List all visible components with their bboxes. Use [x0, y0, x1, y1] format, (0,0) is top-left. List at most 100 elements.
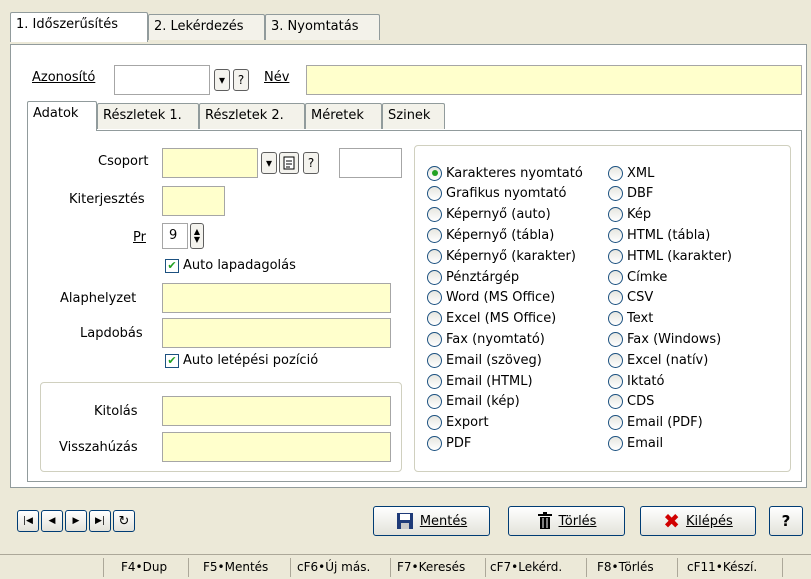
radio-left-1[interactable]: Grafikus nyomtató [427, 184, 567, 204]
refresh-button[interactable]: ↻ [113, 510, 135, 532]
radio-label: HTML (tábla) [627, 227, 711, 243]
status-f7-kereses[interactable]: F7•Keresés [397, 560, 465, 574]
tab-adatok[interactable]: Adatok [27, 101, 97, 131]
radio-circle-icon [608, 311, 623, 327]
csoport-document-button[interactable] [279, 152, 299, 174]
csoport-dropdown-button[interactable]: ▾ [261, 152, 277, 174]
status-cf11-keszi[interactable]: cF11•Készí. [687, 560, 757, 574]
last-record-button[interactable]: ▶| [89, 510, 111, 532]
radio-right-6[interactable]: CSV [608, 288, 653, 308]
radio-left-5[interactable]: Pénztárgép [427, 267, 519, 287]
visszahuzas-input[interactable] [162, 432, 391, 462]
tab-reszletek-1[interactable]: Részletek 1. [97, 103, 199, 129]
radio-left-0[interactable]: Karakteres nyomtató [427, 163, 583, 183]
alaphelyzet-input[interactable] [162, 283, 391, 313]
radio-left-8[interactable]: Fax (nyomtató) [427, 329, 545, 349]
next-icon: ▶ [72, 516, 80, 526]
next-record-button[interactable]: ▶ [65, 510, 87, 532]
tab-reszletek-2[interactable]: Részletek 2. [199, 103, 305, 129]
radio-left-6[interactable]: Word (MS Office) [427, 288, 555, 308]
tab-nyomtatas[interactable]: 3. Nyomtatás [265, 14, 380, 40]
help-button[interactable]: ? [769, 506, 803, 536]
radio-right-0[interactable]: XML [608, 163, 654, 183]
nev-input[interactable] [306, 65, 802, 95]
radio-circle-icon [608, 227, 623, 243]
radio-right-4[interactable]: HTML (karakter) [608, 246, 732, 266]
radio-label: PDF [446, 435, 472, 451]
radio-right-9[interactable]: Excel (natív) [608, 350, 708, 370]
radio-left-10[interactable]: Email (HTML) [427, 371, 533, 391]
kiterjesztes-input[interactable] [162, 186, 225, 216]
radio-right-8[interactable]: Fax (Windows) [608, 329, 721, 349]
radio-left-2[interactable]: Képernyő (auto) [427, 205, 551, 225]
radio-right-10[interactable]: Iktató [608, 371, 664, 391]
azonosito-dropdown-button[interactable]: ▾ [214, 69, 230, 91]
pr-input[interactable]: 9 [162, 223, 188, 249]
status-f8-torles[interactable]: F8•Törlés [597, 560, 654, 574]
radio-circle-icon [608, 207, 623, 223]
exit-button[interactable]: ✖ Kilépés [640, 506, 756, 536]
radio-left-9[interactable]: Email (szöveg) [427, 350, 542, 370]
refresh-icon: ↻ [118, 513, 130, 529]
csoport-help-button[interactable]: ? [303, 152, 319, 174]
radio-circle-icon [608, 248, 623, 264]
azonosito-input[interactable] [114, 65, 210, 95]
radio-right-7[interactable]: Text [608, 309, 653, 329]
radio-right-13[interactable]: Email [608, 433, 663, 453]
radio-left-12[interactable]: Export [427, 413, 489, 433]
radio-circle-icon [427, 311, 442, 327]
auto-lapadagolas-checkbox[interactable]: ✔ Auto lapadagolás [165, 258, 296, 273]
radio-label: Text [627, 311, 654, 327]
pr-spinner[interactable]: ▲ ▼ [190, 223, 204, 249]
save-disk-icon [396, 513, 413, 529]
spin-updown-icon: ▲ ▼ [193, 227, 201, 244]
radio-left-13[interactable]: PDF [427, 433, 471, 453]
radio-label: Iktató [627, 373, 665, 389]
tab-lekerdezes[interactable]: 2. Lekérdezés [148, 14, 265, 40]
kitolas-input[interactable] [162, 396, 391, 426]
document-icon [283, 156, 295, 170]
status-f5-mentes[interactable]: F5•Mentés [203, 560, 268, 574]
status-bar: F4•Dup F5•Mentés cF6•Új más. F7•Keresés … [0, 554, 811, 579]
radio-right-5[interactable]: Címke [608, 267, 667, 287]
exit-label: Kilépés [685, 513, 733, 529]
radio-label: Képernyő (auto) [446, 207, 551, 223]
azonosito-help-button[interactable]: ? [233, 69, 249, 91]
tab-meretek[interactable]: Méretek [305, 103, 382, 129]
csoport-input[interactable] [162, 148, 258, 178]
radio-left-4[interactable]: Képernyő (karakter) [427, 246, 576, 266]
radio-circle-icon [427, 165, 442, 181]
radio-right-3[interactable]: HTML (tábla) [608, 225, 710, 245]
status-cf6-uj[interactable]: cF6•Új más. [297, 560, 370, 574]
radio-circle-icon [608, 373, 623, 389]
radio-right-1[interactable]: DBF [608, 184, 653, 204]
prev-record-button[interactable]: ◀ [41, 510, 63, 532]
radio-right-11[interactable]: CDS [608, 392, 654, 412]
radio-label: Fax (Windows) [627, 331, 722, 347]
checkmark-icon: ✔ [165, 353, 179, 368]
radio-right-2[interactable]: Kép [608, 205, 651, 225]
kiterjesztes-label: Kiterjesztés [69, 192, 145, 207]
radio-left-7[interactable]: Excel (MS Office) [427, 309, 556, 329]
radio-circle-icon [608, 290, 623, 306]
tab-szinek[interactable]: Szinek [382, 103, 445, 129]
csoport-code-input[interactable] [339, 148, 402, 178]
delete-button[interactable]: Törlés [508, 506, 625, 536]
status-f4-dup[interactable]: F4•Dup [121, 560, 167, 574]
status-cf7-lekerd[interactable]: cF7•Lekérd. [490, 560, 562, 574]
radio-label: Word (MS Office) [446, 290, 556, 306]
tab-idoszerusites[interactable]: 1. Időszerűsítés [10, 12, 148, 42]
radio-left-11[interactable]: Email (kép) [427, 392, 520, 412]
save-button[interactable]: Mentés [373, 506, 490, 536]
radio-left-3[interactable]: Képernyő (tábla) [427, 225, 554, 245]
radio-circle-icon [608, 352, 623, 368]
first-icon: |◀ [23, 516, 33, 526]
x-icon: ✖ [663, 509, 680, 533]
radio-circle-icon [608, 269, 623, 285]
radio-right-12[interactable]: Email (PDF) [608, 413, 703, 433]
radio-label: Email (szöveg) [446, 352, 542, 368]
first-record-button[interactable]: |◀ [17, 510, 39, 532]
radio-label: XML [627, 165, 655, 181]
auto-letepesi-checkbox[interactable]: ✔ Auto letépési pozíció [165, 353, 318, 368]
lapdobas-input[interactable] [162, 318, 391, 348]
